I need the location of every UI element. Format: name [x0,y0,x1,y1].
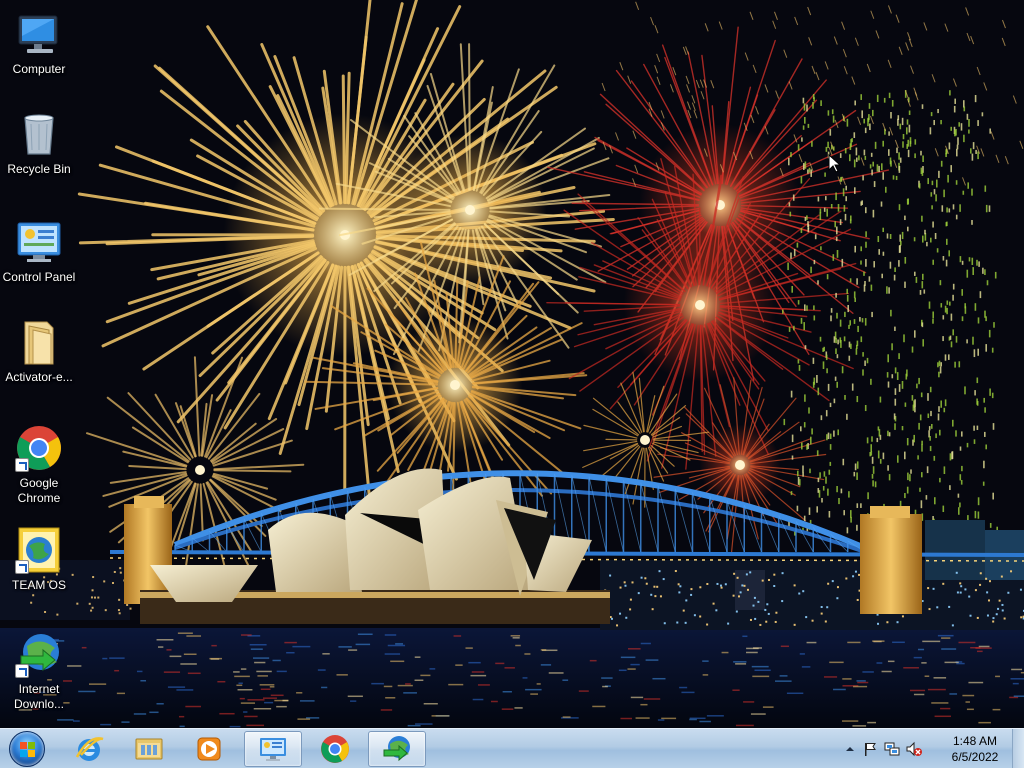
taskbar-button-windows-explorer[interactable] [120,731,178,767]
desktop-icon-control-panel[interactable]: Control Panel [1,218,77,285]
show-desktop-button[interactable] [1012,729,1024,768]
clock-time: 1:48 AM [952,734,998,748]
ie-icon [75,737,104,761]
desktop-icon-label: Activator-e... [5,370,73,384]
network-icon[interactable] [884,741,900,757]
sydney-fireworks-wallpaper [0,0,1024,728]
taskbar: 1:48 AM 6/5/2022 [0,728,1024,768]
action-center-flag-icon[interactable] [862,741,878,757]
desktop-icon-label: Control Panel [2,270,76,284]
start-button[interactable] [4,729,50,768]
desktop-icon-label: TEAM OS [11,578,66,592]
chrome-icon [321,735,349,763]
desktop-icon-label: Internet Downlo... [13,682,65,711]
idm-icon [383,736,410,762]
desktop-icon-label: Recycle Bin [7,162,71,176]
explorer-icon [135,738,163,760]
volume-muted-icon[interactable] [906,741,922,757]
clock-date: 6/5/2022 [951,750,999,764]
control-panel-icon [15,218,63,266]
desktop-icon-label: Google Chrome [17,476,61,505]
shortcut-arrow-icon [15,560,29,574]
team-os-icon [15,526,63,574]
show-hidden-icons-arrow[interactable] [842,741,858,757]
desktop-icon-computer[interactable]: Computer [1,10,77,77]
desktop-icon-team-os[interactable]: TEAM OS [1,526,77,593]
recycle-bin-icon [15,110,63,158]
control-panel-icon [260,738,286,761]
desktop-icon-google-chrome[interactable]: Google Chrome [1,424,77,506]
computer-icon [15,10,63,58]
taskbar-button-google-chrome[interactable] [306,731,364,767]
desktop-icon-label: Computer [12,62,66,76]
folder-icon [15,318,63,366]
shortcut-arrow-icon [15,458,29,472]
taskbar-button-control-panel[interactable] [244,731,302,767]
desktop-wallpaper [0,0,1024,728]
media-player-icon [197,737,221,761]
taskbar-button-media-player[interactable] [180,731,238,767]
desktop-icon-recycle-bin[interactable]: Recycle Bin [1,110,77,177]
idm-icon [15,630,63,678]
desktop-icon-activator-folder[interactable]: Activator-e... [1,318,77,385]
mouse-pointer-icon [828,154,840,173]
notification-area: 1:48 AM 6/5/2022 [834,729,1024,768]
taskbar-button-internet-explorer[interactable] [60,731,118,767]
taskbar-button-internet-download-manager[interactable] [368,731,426,767]
chrome-icon [15,424,63,472]
system-clock[interactable]: 1:48 AM 6/5/2022 [940,733,1010,765]
desktop-icon-internet-download-manager[interactable]: Internet Downlo... [1,630,77,712]
shortcut-arrow-icon [15,664,29,678]
windows-orb-icon [9,731,45,767]
